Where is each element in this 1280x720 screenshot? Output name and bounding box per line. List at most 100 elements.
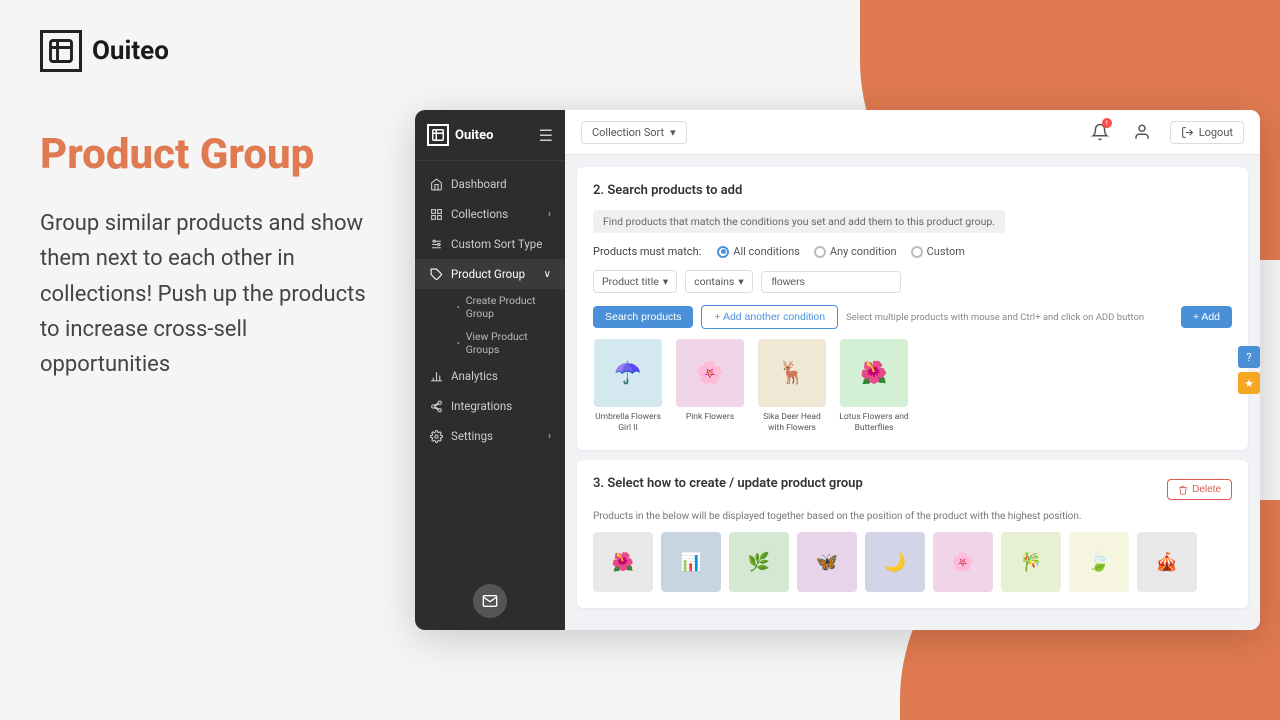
sidebar-item-label: Custom Sort Type: [451, 237, 542, 251]
search-products-button[interactable]: Search products: [593, 306, 693, 328]
radio-dot: [911, 246, 923, 258]
sidebar-item-label: Integrations: [451, 399, 512, 413]
product-thumbnail: 🦌: [758, 339, 826, 407]
delete-button[interactable]: Delete: [1167, 479, 1232, 500]
sidebar-logo: Ouiteo: [427, 124, 493, 146]
logo-icon: [40, 30, 82, 72]
sliders-icon: [429, 237, 443, 251]
topbar: Collection Sort ▾ 1: [565, 110, 1260, 155]
plug-icon: [429, 399, 443, 413]
operator-select[interactable]: contains ▾: [685, 270, 752, 293]
topbar-actions: 1 Logout: [1086, 118, 1244, 146]
section3-header: 3. Select how to create / update product…: [593, 476, 1232, 503]
search-products-card: 2. Search products to add Find products …: [577, 167, 1248, 450]
chevron-down-icon: ▾: [738, 275, 743, 288]
notifications-icon[interactable]: 1: [1086, 118, 1114, 146]
dropdown-arrow-icon: ▾: [670, 126, 676, 139]
notification-badge: 1: [1102, 118, 1112, 128]
app-window: Ouiteo ☰ Dashboard: [415, 110, 1260, 630]
collection-sort-dropdown[interactable]: Collection Sort ▾: [581, 121, 687, 144]
menu-icon[interactable]: ☰: [539, 126, 553, 145]
sidebar-header: Ouiteo ☰: [415, 110, 565, 161]
product-field-label: Product title: [602, 275, 659, 288]
sidebar-item-label: Settings: [451, 429, 493, 443]
list-item[interactable]: 🌸 Pink Flowers: [675, 339, 745, 434]
star-button[interactable]: ★: [1238, 372, 1260, 394]
left-panel: Ouiteo Product Group Group similar produ…: [0, 0, 415, 720]
home-icon: [429, 177, 443, 191]
sidebar-item-integrations[interactable]: Integrations: [415, 391, 565, 421]
collection-sort-label: Collection Sort: [592, 126, 664, 139]
chevron-right-icon: ›: [548, 431, 551, 442]
chevron-down-icon: ∨: [544, 269, 551, 280]
list-item[interactable]: 🦋: [797, 532, 857, 592]
main-content: Collection Sort ▾ 1: [565, 110, 1260, 630]
radio-custom[interactable]: Custom: [911, 245, 965, 258]
product-field-select[interactable]: Product title ▾: [593, 270, 677, 293]
radio-group: All conditions Any condition Custom: [717, 245, 965, 258]
sidebar-footer: [415, 572, 565, 630]
products-grid: ☂️ Umbrella Flowers Girl II 🌸 Pink Flowe…: [593, 339, 1232, 434]
radio-all-conditions[interactable]: All conditions: [717, 245, 800, 258]
list-item[interactable]: 🌺 Lotus Flowers and Butterflies: [839, 339, 909, 434]
sidebar-item-product-group[interactable]: Product Group ∨: [415, 259, 565, 289]
radio-any-condition[interactable]: Any condition: [814, 245, 897, 258]
sidebar-sub-items: Create Product Group View Product Groups: [415, 289, 565, 361]
list-item[interactable]: 🌙: [865, 532, 925, 592]
list-item[interactable]: 🎪: [1137, 532, 1197, 592]
search-products-label: Search products: [605, 311, 681, 323]
user-profile-icon[interactable]: [1128, 118, 1156, 146]
grid-icon: [429, 207, 443, 221]
page-description: Group similar products and show them nex…: [40, 206, 375, 382]
list-item[interactable]: ☂️ Umbrella Flowers Girl II: [593, 339, 663, 434]
help-button[interactable]: ?: [1238, 346, 1260, 368]
condition-value-input[interactable]: [761, 271, 901, 293]
delete-label: Delete: [1192, 484, 1221, 495]
radio-label: Custom: [927, 245, 965, 258]
list-item[interactable]: 🌺: [593, 532, 653, 592]
add-products-button[interactable]: + Add: [1181, 306, 1232, 328]
logout-button[interactable]: Logout: [1170, 121, 1244, 144]
sidebar-item-dashboard[interactable]: Dashboard: [415, 169, 565, 199]
list-item[interactable]: 🦌 Sika Deer Head with Flowers: [757, 339, 827, 434]
sidebar-sub-view-product-groups[interactable]: View Product Groups: [443, 325, 565, 361]
sidebar-sub-create-product-group[interactable]: Create Product Group: [443, 289, 565, 325]
add-condition-button[interactable]: + Add another condition: [701, 305, 838, 329]
user-avatar[interactable]: [473, 584, 507, 618]
list-item[interactable]: 🌿: [729, 532, 789, 592]
chevron-right-icon: ›: [548, 209, 551, 220]
sidebar-item-collections[interactable]: Collections ›: [415, 199, 565, 229]
sidebar-item-settings[interactable]: Settings ›: [415, 421, 565, 451]
sidebar-nav: Dashboard Collections ›: [415, 161, 565, 572]
operator-label: contains: [694, 275, 734, 288]
sub-item-label: View Product Groups: [466, 330, 551, 356]
list-item[interactable]: 🍃: [1069, 532, 1129, 592]
product-name: Lotus Flowers and Butterflies: [839, 412, 909, 434]
sidebar-item-label: Dashboard: [451, 177, 507, 191]
section3-products-row: 🌺 📊 🌿 🦋 🌙 🌸 🎋 🍃 🎪: [593, 532, 1232, 592]
radio-label: Any condition: [830, 245, 897, 258]
sidebar-item-label: Product Group: [451, 267, 525, 281]
add-products-label: + Add: [1193, 311, 1220, 323]
radio-dot: [814, 246, 826, 258]
list-item[interactable]: 🎋: [1001, 532, 1061, 592]
sidebar-item-custom-sort[interactable]: Custom Sort Type: [415, 229, 565, 259]
list-item[interactable]: 🌸: [933, 532, 993, 592]
right-helpers: ? ★: [1238, 346, 1260, 394]
sidebar-item-label: Analytics: [451, 369, 498, 383]
content-area: 2. Search products to add Find products …: [565, 155, 1260, 630]
sidebar-logo-icon: [427, 124, 449, 146]
create-product-group-card: 3. Select how to create / update product…: [577, 460, 1248, 608]
product-thumbnail: 🌺: [840, 339, 908, 407]
section2-title: 2. Search products to add: [593, 183, 1232, 198]
sidebar-logo-text: Ouiteo: [455, 128, 493, 143]
chevron-down-icon: ▾: [663, 275, 668, 288]
product-thumbnail: 🌸: [676, 339, 744, 407]
sub-item-label: Create Product Group: [466, 294, 551, 320]
sidebar-item-analytics[interactable]: Analytics: [415, 361, 565, 391]
tag-icon: [429, 267, 443, 281]
match-label: Products must match:: [593, 245, 701, 258]
list-item[interactable]: 📊: [661, 532, 721, 592]
section2-hint: Find products that match the conditions …: [593, 210, 1005, 233]
section3-desc: Products in the below will be displayed …: [593, 511, 1232, 522]
